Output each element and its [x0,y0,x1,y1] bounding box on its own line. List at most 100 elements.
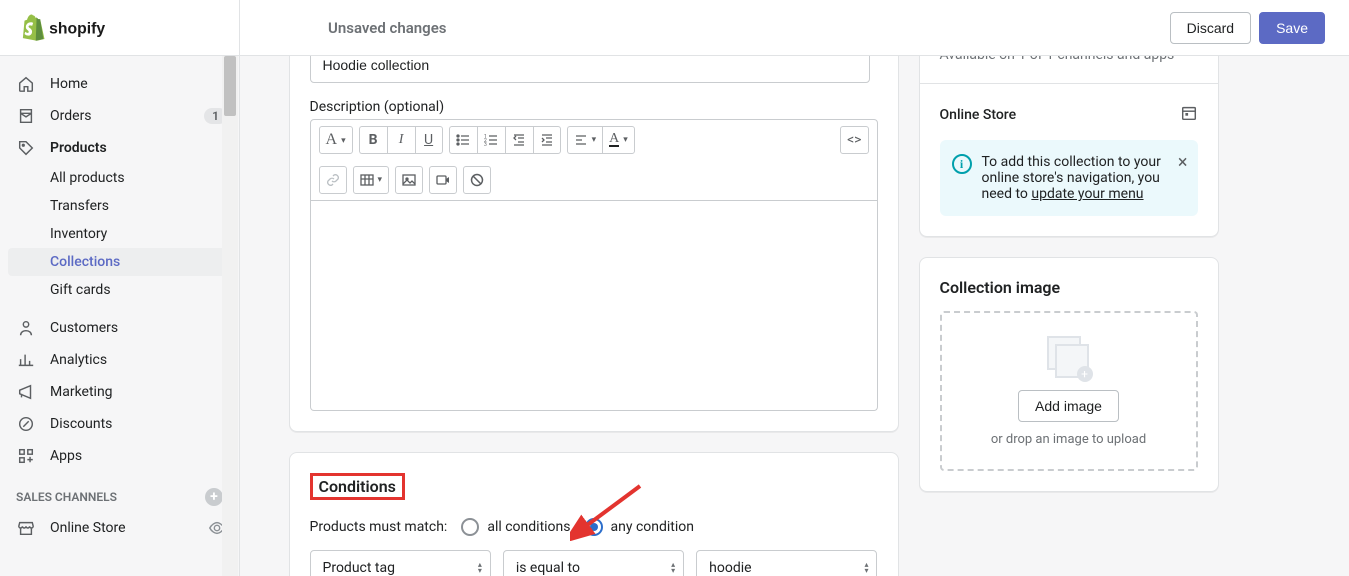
radio-all-conditions[interactable]: all conditions [461,518,570,536]
condition-field-select[interactable]: Product tag ▴▾ [310,550,491,576]
rte-bullet-list[interactable] [449,126,477,154]
rte-paragraph-style[interactable]: A [319,126,353,154]
annotation-arrow [570,481,650,541]
caret-icon: ▴▾ [864,562,868,574]
nav-customers[interactable]: Customers [0,312,239,344]
scrollbar-thumb[interactable] [224,56,236,116]
svg-text:shopify: shopify [49,20,105,37]
caret-icon: ▴▾ [671,562,675,574]
collection-image-heading: Collection image [940,278,1198,297]
rte-table[interactable] [353,166,390,194]
conditions-card: Conditions Products must match: all cond… [289,452,899,576]
info-icon: i [952,154,972,174]
sidebar: Home Orders 1 Products All products Tran… [0,56,240,576]
topbar-center: Unsaved changes [240,19,1170,37]
rte-link[interactable] [319,166,347,194]
nav-collections[interactable]: Collections [8,248,231,276]
home-icon [16,74,36,94]
nav-apps[interactable]: Apps [0,440,239,472]
analytics-icon [16,350,36,370]
nav-marketing[interactable]: Marketing [0,376,239,408]
rte-italic[interactable]: I [387,126,415,154]
marketing-icon [16,382,36,402]
nav-products[interactable]: Products [0,132,239,164]
condition-operator-select[interactable]: is equal to ▴▾ [503,550,684,576]
rte-text-color[interactable]: A [602,126,635,154]
rte-video[interactable] [429,166,457,194]
unsaved-changes-label: Unsaved changes [328,19,447,37]
rte-clear-format[interactable] [463,166,491,194]
nav-transfers[interactable]: Transfers [0,192,239,220]
collection-image-card: Collection image + Add image or drop an … [919,257,1219,492]
add-image-button[interactable]: Add image [1018,390,1119,422]
main-area: Description (optional) A B I U 123 [240,56,1349,576]
svg-text:3: 3 [484,142,487,147]
nav-label: Analytics [50,352,107,368]
select-value: is equal to [516,560,580,576]
nav-gift-cards[interactable]: Gift cards [0,276,239,304]
rte-indent[interactable] [533,126,561,154]
select-value: Product tag [323,560,395,576]
section-label: SALES CHANNELS [16,490,117,504]
calendar-icon[interactable] [1180,104,1198,126]
rte-toolbar: A B I U 123 [310,119,878,201]
nav-home[interactable]: Home [0,68,239,100]
radio-label: all conditions [487,519,570,535]
nav-label: Apps [50,448,82,464]
conditions-heading: Conditions [319,477,396,496]
condition-value-select[interactable]: hoodie ▴▾ [696,550,877,576]
conditions-heading-highlight: Conditions [310,473,405,500]
customers-icon [16,318,36,338]
collection-title-input[interactable] [310,56,870,83]
drop-hint: or drop an image to upload [991,432,1146,447]
topbar-actions: Discard Save [1170,12,1349,44]
nav-label: Marketing [50,384,113,400]
discounts-icon [16,414,36,434]
rte-outdent[interactable] [505,126,533,154]
availability-text: Available on 1 of 1 channels and apps [940,56,1175,63]
add-channel-icon[interactable]: + [205,488,223,506]
nav-label: Home [50,76,88,92]
nav-online-store[interactable]: Online Store [0,512,239,544]
title-card: Description (optional) A B I U 123 [289,56,899,432]
save-button[interactable]: Save [1259,12,1325,44]
rte-bold[interactable]: B [359,126,387,154]
nav-label: Online Store [50,520,126,536]
rte-html-view[interactable]: <> [840,126,868,154]
rte-underline[interactable]: U [415,126,443,154]
availability-card: Available on 1 of 1 channels and apps On… [919,56,1219,237]
nav-analytics[interactable]: Analytics [0,344,239,376]
apps-icon [16,446,36,466]
match-label: Products must match: [310,519,448,535]
nav-label: Customers [50,320,118,336]
sales-channels-header: SALES CHANNELS + [0,472,239,512]
rte-number-list[interactable]: 123 [477,126,505,154]
radio-icon [461,518,479,536]
description-editor[interactable] [310,201,878,411]
nav-orders[interactable]: Orders 1 [0,100,239,132]
discard-button[interactable]: Discard [1170,12,1251,44]
select-value: hoodie [709,560,751,576]
topbar: shopify Unsaved changes Discard Save [0,0,1349,56]
navigation-alert: i × To add this collection to your onlin… [940,140,1198,216]
nav-all-products[interactable]: All products [0,164,239,192]
update-menu-link[interactable]: update your menu [1031,186,1143,202]
logo: shopify [0,0,240,56]
store-icon [16,518,36,538]
rte-align[interactable] [567,126,603,154]
nav-label: Products [50,140,107,156]
shopify-logo-icon: shopify [16,14,126,42]
image-dropzone[interactable]: + Add image or drop an image to upload [940,311,1198,471]
products-icon [16,138,36,158]
nav-label: Discounts [50,416,112,432]
online-store-label: Online Store [940,107,1017,123]
caret-icon: ▴▾ [478,562,482,574]
description-label: Description (optional) [310,99,878,115]
sidebar-scrollbar[interactable] [222,56,238,576]
image-placeholder-icon: + [1047,336,1091,380]
close-icon[interactable]: × [1178,152,1188,173]
nav-discounts[interactable]: Discounts [0,408,239,440]
nav-label: Orders [50,108,92,124]
rte-image[interactable] [395,166,423,194]
nav-inventory[interactable]: Inventory [0,220,239,248]
